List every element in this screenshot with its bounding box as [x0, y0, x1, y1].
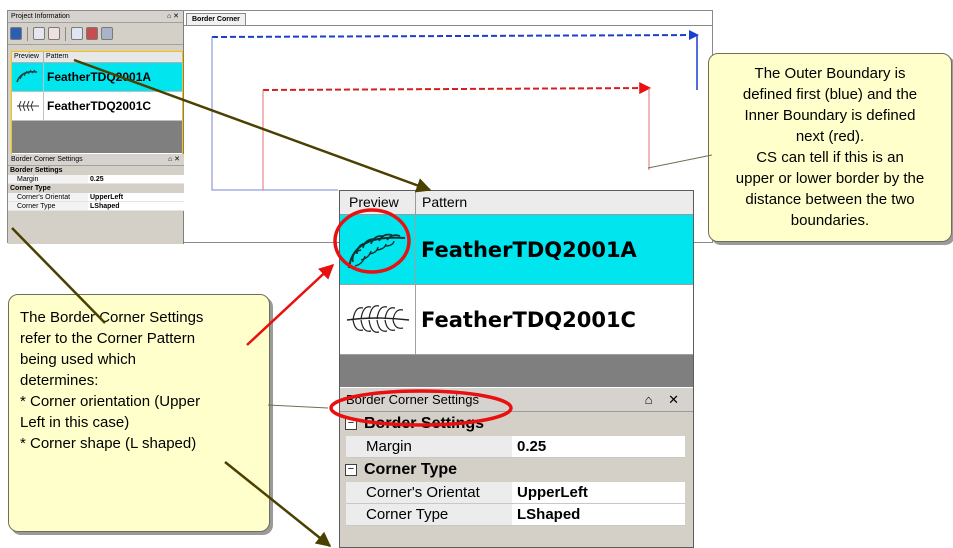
callout-line: next (red). — [795, 128, 865, 145]
property-row-orientation[interactable]: Corner's Orientat UpperLeft — [340, 482, 693, 504]
group-remove-icon[interactable] — [101, 27, 113, 40]
feather-pattern-icon — [340, 285, 416, 354]
pattern-name: FeatherTDQ2001A — [47, 70, 152, 84]
open-icon[interactable] — [33, 27, 45, 40]
project-toolbar — [8, 23, 183, 45]
property-label: Margin — [346, 436, 512, 458]
feather-pattern-icon — [12, 92, 44, 120]
project-information-titlebar: Project Information ⌂ ✕ — [8, 11, 183, 23]
pattern-row[interactable]: FeatherTDQ2001C — [12, 92, 182, 121]
zoomed-panel: Preview Pattern FeatherTDQ2001A FeatherT… — [339, 190, 694, 548]
property-row-margin[interactable]: Margin 0.25 — [340, 436, 693, 458]
category-border-settings[interactable]: − Border Settings — [340, 412, 693, 436]
category-corner-type[interactable]: − Corner Type — [340, 458, 693, 482]
zoom-pattern-list-header: Preview Pattern — [340, 191, 693, 215]
pattern-column-header[interactable]: Pattern — [44, 52, 69, 62]
toolbar-separator — [27, 26, 28, 41]
pattern-row[interactable]: FeatherTDQ2001C — [340, 285, 693, 355]
property-label: Corner's Orientat — [346, 482, 512, 504]
project-information-title: Project Information — [11, 13, 70, 20]
property-value[interactable]: LShaped — [512, 504, 685, 526]
callout-line: determines: — [20, 372, 99, 389]
category-label: Border Settings — [364, 415, 485, 432]
callout-tail — [267, 404, 329, 409]
callout-line: distance between the two — [745, 191, 915, 208]
property-row-orientation[interactable]: Corner's Orientat UpperLeft — [8, 193, 184, 202]
pattern-name: FeatherTDQ2001C — [421, 307, 636, 332]
tab-strip-divider — [184, 25, 712, 26]
border-corner-settings-panel: Border Corner Settings ⌂ ✕ Border Settin… — [8, 154, 184, 211]
category-border-settings[interactable]: Border Settings — [8, 166, 184, 175]
pattern-row[interactable]: FeatherTDQ2001A — [12, 63, 182, 92]
property-label: Corner Type — [346, 504, 512, 526]
pattern-list-empty-area — [12, 121, 182, 153]
save-icon[interactable] — [10, 27, 22, 40]
border-corner-settings-title: Border Corner Settings — [346, 392, 479, 407]
pattern-column-header[interactable]: Pattern — [416, 191, 467, 214]
callout-line: Left in this case) — [20, 414, 130, 431]
border-corner-settings-titlebar: Border Corner Settings ⌂ ✕ — [340, 387, 693, 412]
pattern-list: Preview Pattern FeatherTDQ2001A FeatherT… — [11, 51, 183, 155]
callout-corner-settings: The Border Corner Settings refer to the … — [8, 294, 270, 532]
property-row-corner-type[interactable]: Corner Type LShaped — [340, 504, 693, 526]
border-corner-settings-titlebar: Border Corner Settings ⌂ ✕ — [8, 154, 184, 166]
callout-line: * Corner shape (L shaped) — [20, 435, 197, 452]
property-label: Corner Type — [8, 202, 88, 211]
import-icon[interactable] — [71, 27, 83, 40]
property-value[interactable]: 0.25 — [88, 175, 184, 184]
callout-boundaries: The Outer Boundary is defined first (blu… — [708, 53, 952, 242]
preview-column-header[interactable]: Preview — [12, 52, 44, 62]
pattern-row[interactable]: FeatherTDQ2001A — [340, 215, 693, 285]
callout-line: defined first (blue) and the — [742, 86, 918, 103]
left-dock-panel: Project Information ⌂ ✕ Preview Pattern … — [8, 11, 184, 244]
feather-pattern-icon — [340, 215, 416, 284]
collapse-icon[interactable]: − — [345, 464, 357, 476]
callout-line: CS can tell if this is an — [756, 149, 904, 166]
callout-line: The Outer Boundary is — [754, 65, 906, 82]
pattern-name: FeatherTDQ2001A — [421, 237, 637, 262]
property-value[interactable]: UpperLeft — [88, 193, 184, 202]
callout-line: The Border Corner Settings — [20, 309, 204, 326]
collapse-icon[interactable]: − — [345, 418, 357, 430]
delete-icon[interactable] — [48, 27, 60, 40]
property-value[interactable]: LShaped — [88, 202, 184, 211]
callout-line: * Corner orientation (Upper — [20, 393, 201, 410]
category-label: Corner Type — [364, 461, 458, 478]
pin-close-controls[interactable]: ⌂ ✕ — [167, 11, 179, 22]
property-label: Corner's Orientat — [8, 193, 88, 202]
toolbar-separator — [65, 26, 66, 41]
callout-line: upper or lower border by the — [735, 170, 925, 187]
category-corner-type[interactable]: Corner Type — [8, 184, 184, 193]
pin-close-controls[interactable]: ⌂ ✕ — [645, 388, 685, 412]
callout-line: refer to the Corner Pattern — [20, 330, 196, 347]
pattern-list-header: Preview Pattern — [12, 52, 182, 63]
callout-line: boundaries. — [790, 212, 870, 229]
callout-line: Inner Boundary is defined — [744, 107, 916, 124]
property-row-margin[interactable]: Margin 0.25 — [8, 175, 184, 184]
border-corner-settings-title: Border Corner Settings — [11, 156, 83, 163]
callout-line: being used which — [20, 351, 136, 368]
pattern-name: FeatherTDQ2001C — [47, 99, 152, 113]
preview-column-header[interactable]: Preview — [340, 191, 416, 214]
property-value[interactable]: UpperLeft — [512, 482, 685, 504]
pattern-list-empty-area — [340, 355, 693, 387]
property-row-corner-type[interactable]: Corner Type LShaped — [8, 202, 184, 211]
group-icon[interactable] — [86, 27, 98, 40]
property-value[interactable]: 0.25 — [512, 436, 685, 458]
property-label: Margin — [8, 175, 88, 184]
feather-pattern-icon — [12, 63, 44, 91]
pin-close-controls[interactable]: ⌂ ✕ — [168, 154, 180, 165]
